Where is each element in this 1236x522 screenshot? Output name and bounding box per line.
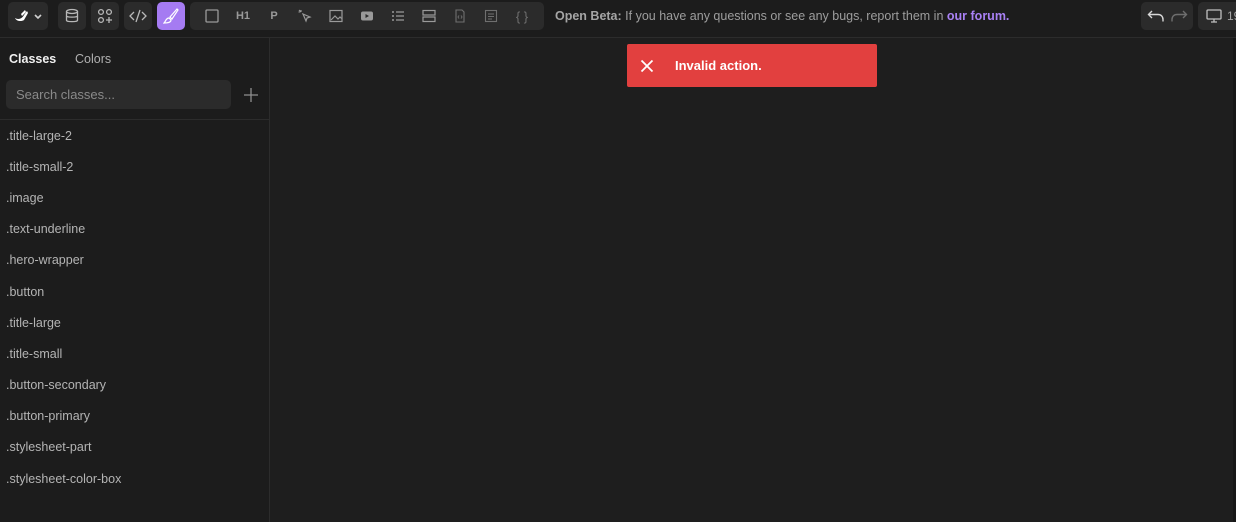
list-tool[interactable] bbox=[385, 2, 411, 30]
text-block-tool[interactable] bbox=[478, 2, 504, 30]
custom-code-tool-label: { } bbox=[515, 8, 529, 24]
video-icon bbox=[361, 11, 373, 21]
beta-notice-text: If you have any questions or see any bug… bbox=[625, 9, 944, 23]
video-tool[interactable] bbox=[354, 2, 380, 30]
heading-tool-label: H1 bbox=[235, 10, 251, 22]
class-item[interactable]: .text-underline bbox=[0, 214, 270, 245]
tab-classes[interactable]: Classes bbox=[9, 52, 56, 66]
device-width-label: 19 bbox=[1227, 9, 1236, 23]
image-icon bbox=[329, 9, 343, 23]
undo-icon bbox=[1147, 10, 1164, 22]
image-tool[interactable] bbox=[323, 2, 349, 30]
class-item[interactable]: .button-secondary bbox=[0, 370, 270, 401]
components-icon bbox=[97, 8, 113, 24]
database-button[interactable] bbox=[58, 2, 86, 30]
history-controls bbox=[1141, 2, 1193, 30]
beta-notice: Open Beta: If you have any questions or … bbox=[555, 9, 1009, 23]
tab-colors[interactable]: Colors bbox=[75, 52, 111, 66]
redo-icon bbox=[1171, 10, 1188, 22]
class-item[interactable]: .image bbox=[0, 182, 270, 213]
code-button[interactable] bbox=[124, 2, 152, 30]
file-code-icon bbox=[455, 9, 465, 23]
class-item[interactable]: .title-small bbox=[0, 338, 270, 369]
custom-code-tool[interactable]: { } bbox=[509, 2, 535, 30]
top-toolbar: H1 P {} Open Beta: If you have any ques… bbox=[0, 0, 1236, 38]
class-item[interactable]: .title-large-2 bbox=[0, 120, 270, 151]
class-list: .title-large-2 .title-small-2 .image .te… bbox=[0, 120, 270, 494]
toast-close-button[interactable] bbox=[627, 44, 667, 87]
toast-message: Invalid action. bbox=[675, 58, 762, 73]
brush-icon bbox=[163, 8, 179, 24]
forum-link[interactable]: our forum. bbox=[947, 9, 1010, 23]
code-icon bbox=[129, 9, 147, 23]
style-button[interactable] bbox=[157, 2, 185, 30]
elements-toolbar: H1 P {} bbox=[190, 2, 544, 30]
components-button[interactable] bbox=[91, 2, 119, 30]
paragraph-tool-label: P bbox=[270, 10, 278, 22]
logo-icon bbox=[15, 10, 42, 22]
cursor-click-icon bbox=[298, 9, 312, 23]
rows-icon bbox=[422, 9, 436, 23]
search-classes-input[interactable] bbox=[6, 80, 231, 109]
container-tool[interactable] bbox=[199, 2, 225, 30]
document-icon bbox=[484, 9, 498, 23]
design-canvas[interactable] bbox=[271, 38, 1234, 522]
chevron-down-icon bbox=[34, 14, 42, 20]
database-icon bbox=[65, 8, 79, 23]
redo-button[interactable] bbox=[1166, 2, 1192, 30]
class-item[interactable]: .button-primary bbox=[0, 401, 270, 432]
add-class-button[interactable] bbox=[240, 84, 262, 106]
plus-icon bbox=[244, 88, 258, 102]
heading-tool[interactable]: H1 bbox=[230, 2, 256, 30]
device-selector[interactable]: 19 bbox=[1198, 2, 1236, 30]
section-tool[interactable] bbox=[416, 2, 442, 30]
embed-tool[interactable] bbox=[447, 2, 473, 30]
paragraph-tool[interactable]: P bbox=[261, 2, 287, 30]
class-item[interactable]: .button bbox=[0, 276, 270, 307]
desktop-icon bbox=[1206, 9, 1222, 23]
close-icon bbox=[640, 59, 654, 72]
class-item[interactable]: .title-small-2 bbox=[0, 151, 270, 182]
beta-notice-label: Open Beta: bbox=[555, 9, 622, 23]
square-icon bbox=[205, 9, 219, 23]
class-item[interactable]: .hero-wrapper bbox=[0, 245, 270, 276]
class-item[interactable]: .stylesheet-part bbox=[0, 432, 270, 463]
style-sidebar: Classes Colors .title-large-2 .title-sma… bbox=[0, 38, 270, 522]
class-item[interactable]: .title-large bbox=[0, 307, 270, 338]
app-menu-button[interactable] bbox=[8, 2, 48, 30]
list-icon bbox=[392, 11, 404, 21]
class-item[interactable]: .stylesheet-color-box bbox=[0, 463, 270, 494]
error-toast: Invalid action. bbox=[627, 44, 877, 87]
link-tool[interactable] bbox=[292, 2, 318, 30]
